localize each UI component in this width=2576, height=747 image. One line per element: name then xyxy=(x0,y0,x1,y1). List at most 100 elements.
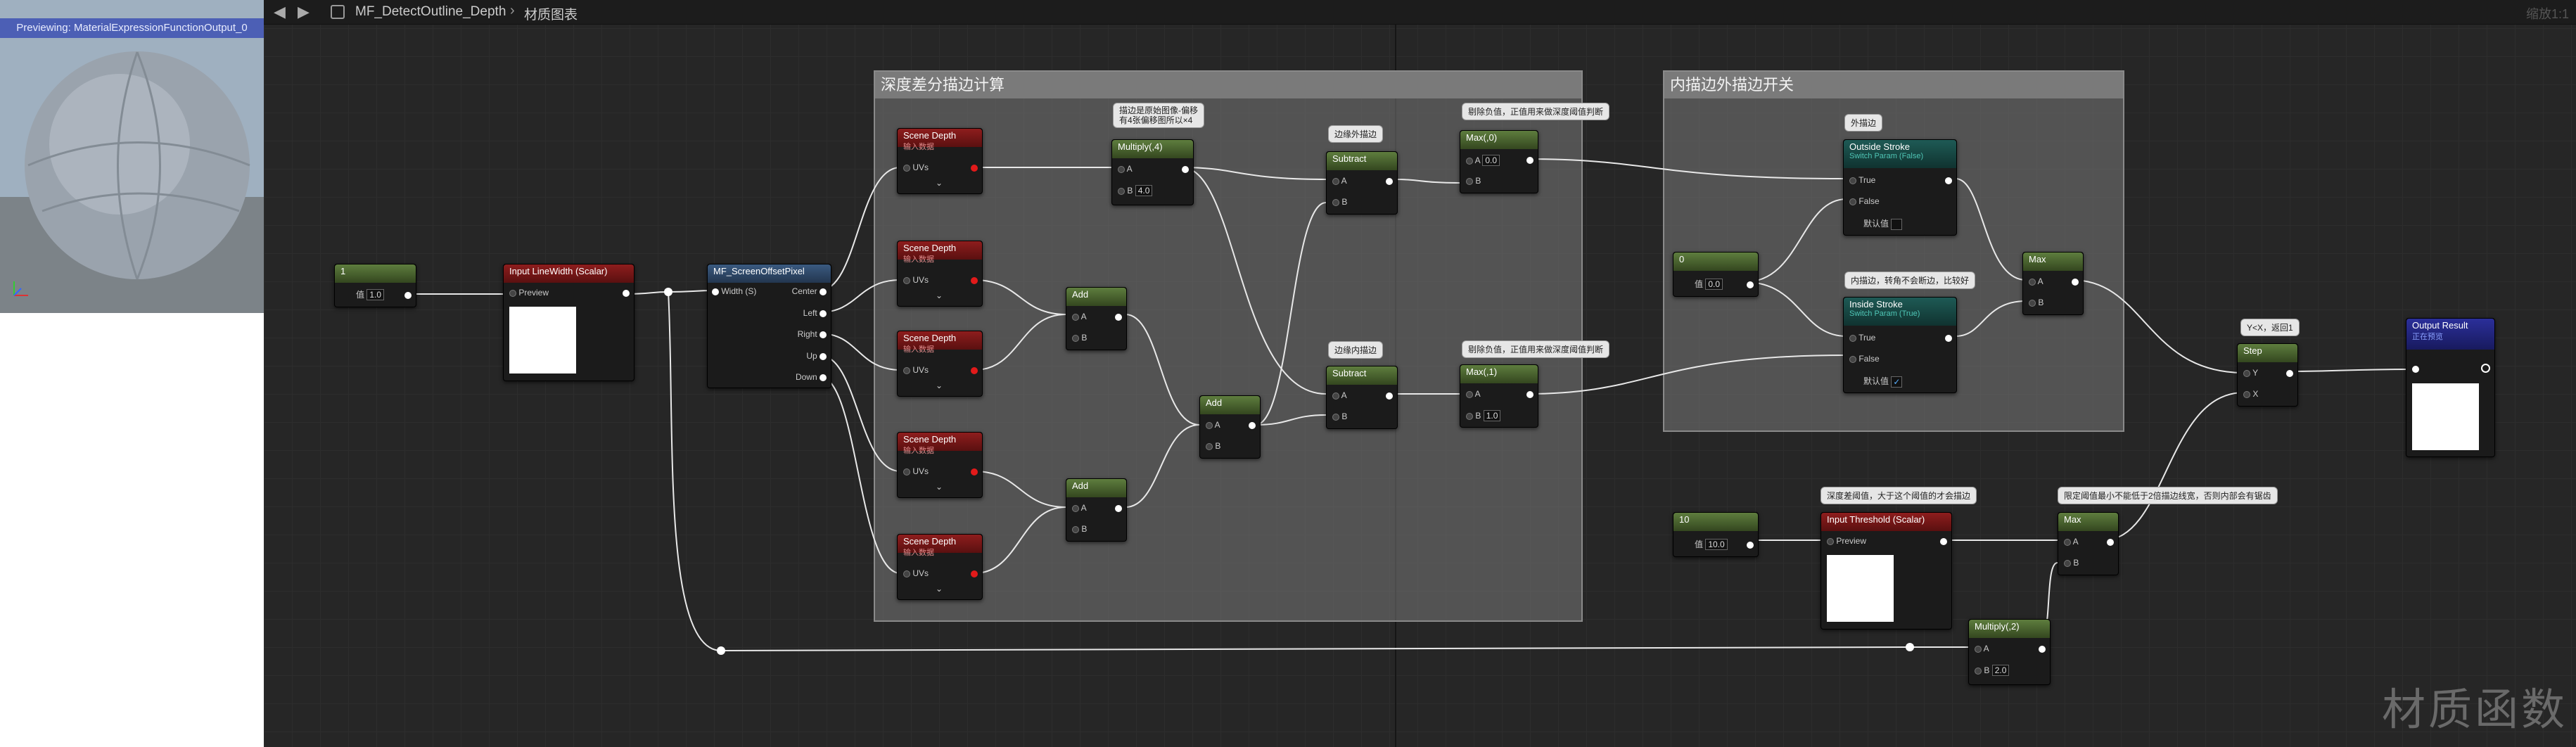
output-pin[interactable] xyxy=(971,164,978,172)
const-box[interactable]: 10.0 xyxy=(1705,539,1728,550)
subtract-node[interactable]: Subtract A B xyxy=(1326,366,1398,429)
input-pin[interactable] xyxy=(1975,667,1982,675)
output-ring-icon[interactable] xyxy=(2481,364,2490,373)
output-pin[interactable] xyxy=(820,288,827,295)
output-pin[interactable] xyxy=(1526,390,1534,398)
value-box[interactable]: 4.0 xyxy=(1135,185,1153,196)
input-pin[interactable] xyxy=(1849,198,1856,205)
input-pin[interactable] xyxy=(903,164,910,172)
input-pin[interactable] xyxy=(2064,538,2071,546)
input-pin[interactable] xyxy=(1206,442,1213,450)
output-pin[interactable] xyxy=(1182,165,1189,173)
chevron-down-icon[interactable]: ⌄ xyxy=(936,178,943,188)
input-linewidth-node[interactable]: Input LineWidth (Scalar) Preview xyxy=(503,264,635,381)
input-pin[interactable] xyxy=(2243,390,2250,398)
outside-stroke-switch[interactable]: Outside Stroke Switch Param (False) True … xyxy=(1843,139,1957,236)
input-threshold-node[interactable]: Input Threshold (Scalar) Preview xyxy=(1821,512,1952,630)
input-pin[interactable] xyxy=(2029,299,2036,307)
output-pin[interactable] xyxy=(1526,156,1534,164)
screen-offset-pixel-node[interactable]: MF_ScreenOffsetPixel Width (S) Center Le… xyxy=(707,264,831,388)
input-pin[interactable] xyxy=(1332,413,1339,421)
input-pin[interactable] xyxy=(903,570,910,577)
input-pin[interactable] xyxy=(1466,177,1473,185)
scene-depth-node[interactable]: Scene Depth 输入数据 UVs ⌄ xyxy=(897,331,983,397)
output-pin[interactable] xyxy=(1249,421,1256,429)
input-pin[interactable] xyxy=(1332,177,1339,185)
constant-node-0[interactable]: 0 值 0.0 xyxy=(1673,252,1759,297)
input-pin[interactable] xyxy=(1072,504,1079,512)
input-pin[interactable] xyxy=(1332,198,1339,206)
value-box[interactable]: 0.0 xyxy=(1482,155,1500,166)
output-pin[interactable] xyxy=(971,468,978,475)
input-pin[interactable] xyxy=(1332,392,1339,400)
input-pin[interactable] xyxy=(1975,645,1982,653)
multiply-4-node[interactable]: Multiply(,4) A B 4.0 xyxy=(1111,139,1194,205)
output-pin[interactable] xyxy=(1747,281,1754,288)
subtract-node[interactable]: Subtract A B xyxy=(1326,151,1398,215)
input-pin[interactable] xyxy=(1466,412,1473,420)
default-checkbox[interactable]: ✓ xyxy=(1891,376,1903,388)
value-box[interactable]: 2.0 xyxy=(1991,665,2010,676)
input-pin[interactable] xyxy=(2064,559,2071,567)
constant-node-10[interactable]: 10 值 10.0 xyxy=(1673,512,1759,557)
output-pin[interactable] xyxy=(1115,504,1122,512)
scene-depth-node[interactable]: Scene Depth 输入数据 UVs ⌄ xyxy=(897,534,983,600)
chevron-down-icon[interactable]: ⌄ xyxy=(936,381,943,390)
add-node[interactable]: Add A B xyxy=(1066,478,1127,542)
output-pin[interactable] xyxy=(1386,177,1393,185)
output-pin[interactable] xyxy=(2039,645,2046,653)
output-pin[interactable] xyxy=(623,289,630,297)
input-pin[interactable] xyxy=(1118,165,1125,173)
scene-depth-node[interactable]: Scene Depth 输入数据 UVs ⌄ xyxy=(897,432,983,498)
input-pin[interactable] xyxy=(1206,421,1213,429)
output-pin[interactable] xyxy=(971,570,978,577)
default-checkbox[interactable] xyxy=(1891,218,1903,230)
value-box[interactable]: 1.0 xyxy=(1483,410,1501,421)
input-pin[interactable] xyxy=(1827,537,1834,545)
inside-stroke-switch[interactable]: Inside Stroke Switch Param (True) True Fa… xyxy=(1843,297,1957,393)
step-node[interactable]: Step Y X xyxy=(2237,343,2298,407)
output-pin[interactable] xyxy=(820,374,827,381)
chevron-down-icon[interactable]: ⌄ xyxy=(936,482,943,492)
const-box[interactable]: 1.0 xyxy=(366,289,385,300)
max-threshold-node[interactable]: Max A B xyxy=(2058,512,2119,575)
input-pin[interactable] xyxy=(2243,369,2250,377)
const-box[interactable]: 0.0 xyxy=(1705,279,1723,290)
input-pin[interactable] xyxy=(903,366,910,374)
add-node[interactable]: Add A B xyxy=(1066,287,1127,350)
output-pin[interactable] xyxy=(2286,369,2293,377)
scene-depth-node[interactable]: Scene Depth 输入数据 UVs ⌄ xyxy=(897,241,983,307)
constant-node-1[interactable]: 1 值 1.0 xyxy=(334,264,416,307)
output-result-node[interactable]: Output Result 正在预览 xyxy=(2406,318,2495,457)
input-pin[interactable] xyxy=(903,468,910,475)
input-pin[interactable] xyxy=(2029,278,2036,286)
max-node[interactable]: Max A B xyxy=(2022,252,2084,315)
output-pin[interactable] xyxy=(971,276,978,284)
output-pin[interactable] xyxy=(2072,278,2079,286)
input-pin[interactable] xyxy=(712,288,719,295)
multiply-2-node[interactable]: Multiply(,2) A B 2.0 xyxy=(1968,619,2051,685)
output-pin[interactable] xyxy=(1945,334,1952,342)
add-node[interactable]: Add A B xyxy=(1199,395,1261,459)
output-pin[interactable] xyxy=(1940,537,1947,545)
output-pin[interactable] xyxy=(1747,541,1754,549)
chevron-down-icon[interactable]: ⌄ xyxy=(936,290,943,300)
output-pin[interactable] xyxy=(971,366,978,374)
chevron-down-icon[interactable]: ⌄ xyxy=(936,584,943,594)
output-pin[interactable] xyxy=(2107,538,2114,546)
input-pin[interactable] xyxy=(2412,365,2419,373)
output-pin[interactable] xyxy=(1115,313,1122,321)
input-pin[interactable] xyxy=(509,289,516,297)
input-pin[interactable] xyxy=(1072,525,1079,533)
output-pin[interactable] xyxy=(820,352,827,360)
output-pin[interactable] xyxy=(1386,392,1393,400)
scene-depth-node[interactable]: Scene Depth 输入数据 UVs ⌄ xyxy=(897,128,983,194)
input-pin[interactable] xyxy=(1118,187,1125,195)
input-pin[interactable] xyxy=(1849,355,1856,363)
input-pin[interactable] xyxy=(903,276,910,284)
output-pin[interactable] xyxy=(820,309,827,317)
input-pin[interactable] xyxy=(1072,334,1079,342)
output-pin[interactable] xyxy=(820,331,827,338)
input-pin[interactable] xyxy=(1466,157,1473,165)
input-pin[interactable] xyxy=(1072,313,1079,321)
